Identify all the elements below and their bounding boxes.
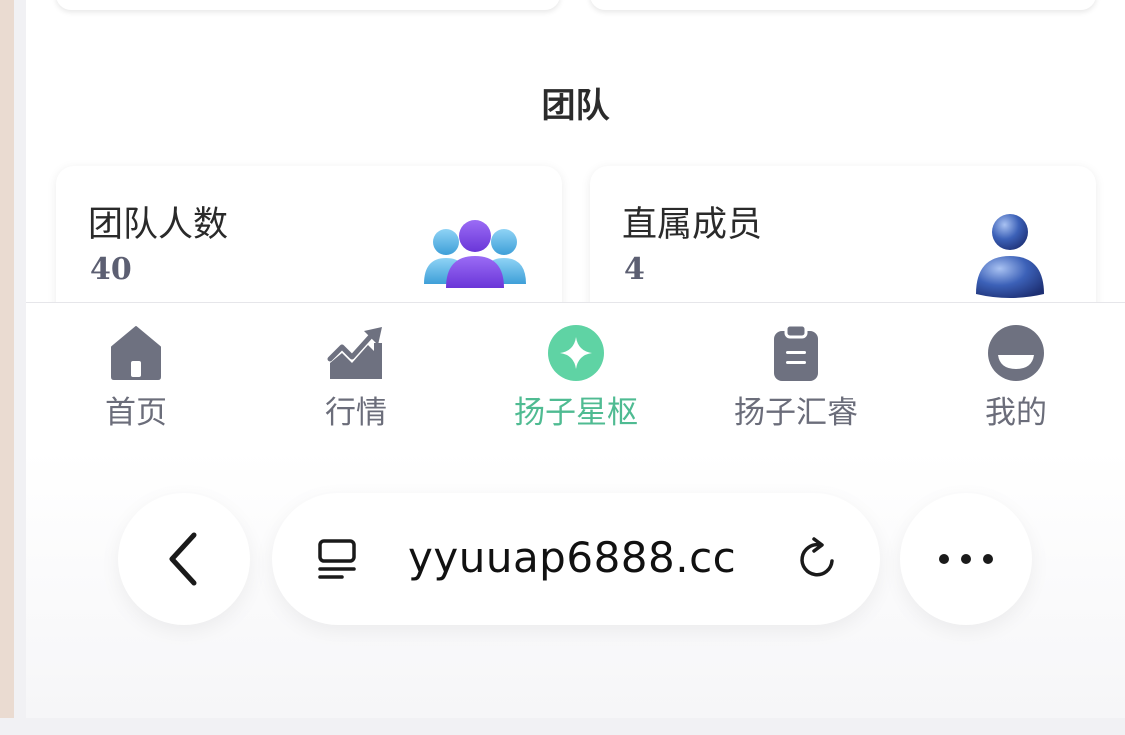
back-button[interactable] — [118, 493, 250, 625]
bottom-tab-bar: 首页 行情 扬子星枢 扬子汇睿 我的 — [26, 302, 1125, 450]
tab-mine-label: 我的 — [985, 395, 1047, 431]
previous-card-left — [56, 0, 560, 10]
chevron-left-icon — [169, 532, 197, 586]
tab-yangzi-xingshu-label: 扬子星枢 — [514, 395, 638, 431]
tab-home-label: 首页 — [105, 395, 167, 431]
url-text: yyuuap6888.cc — [408, 533, 737, 582]
tab-yangzi-xingshu[interactable]: 扬子星枢 — [466, 303, 686, 449]
ellipsis-icon — [939, 554, 993, 564]
single-user-icon — [970, 210, 1046, 304]
reload-icon[interactable] — [794, 535, 842, 583]
tab-yangzi-huirui[interactable]: 扬子汇睿 — [686, 303, 906, 449]
tab-yangzi-huirui-label: 扬子汇睿 — [734, 395, 858, 431]
home-icon — [106, 323, 166, 383]
trend-chart-icon — [326, 323, 386, 383]
tab-market[interactable]: 行情 — [246, 303, 466, 449]
team-count-value: 40 — [90, 252, 132, 287]
more-options-button[interactable] — [900, 493, 1032, 625]
clipboard-icon — [766, 323, 826, 383]
reader-mode-icon[interactable] — [314, 535, 362, 583]
browser-toolbar: yyuuap6888.cc — [26, 449, 1125, 718]
tab-market-label: 行情 — [325, 395, 387, 431]
address-bar[interactable]: yyuuap6888.cc — [272, 493, 880, 625]
direct-members-value: 4 — [624, 252, 645, 287]
star-diamond-icon — [546, 323, 606, 383]
left-edge-strip — [0, 0, 14, 718]
tab-home[interactable]: 首页 — [26, 303, 246, 449]
direct-members-label: 直属成员 — [622, 205, 763, 245]
section-title: 团队 — [541, 86, 610, 126]
previous-card-right — [590, 0, 1096, 10]
team-count-label: 团队人数 — [88, 205, 229, 245]
team-group-icon — [422, 218, 528, 298]
profile-half-circle-icon — [986, 323, 1046, 383]
page-content: 团队 团队人数 40 直属成员 4 首页 行情 扬子星枢 扬子汇睿 我的 yyu… — [26, 0, 1125, 718]
screen-bottom-edge — [0, 718, 1125, 735]
tab-mine[interactable]: 我的 — [906, 303, 1125, 449]
